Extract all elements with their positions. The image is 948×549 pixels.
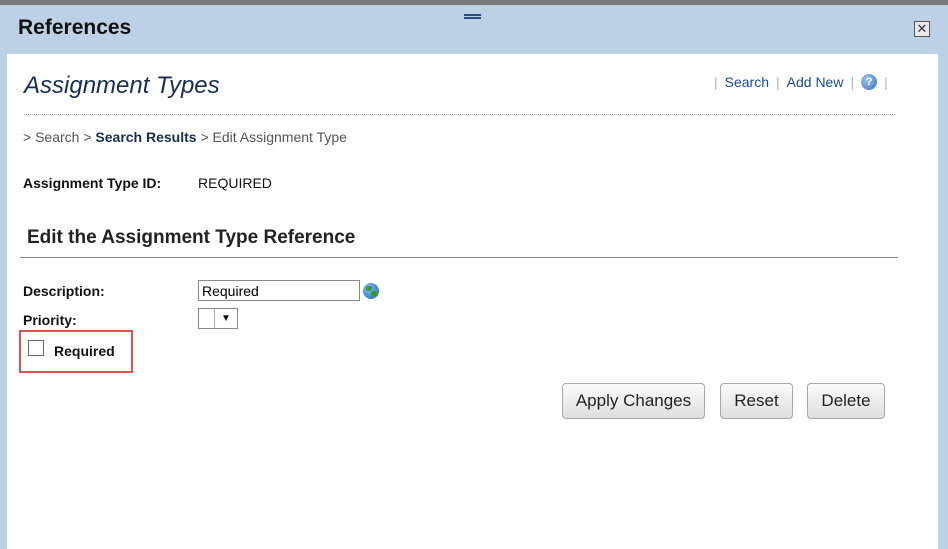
close-icon[interactable]: ✕ (914, 21, 930, 37)
breadcrumb-separator: > (23, 129, 36, 145)
link-separator: | (884, 74, 888, 90)
apply-changes-button[interactable]: Apply Changes (562, 383, 705, 419)
section-divider (20, 257, 898, 258)
description-label: Description: (23, 283, 105, 299)
help-icon[interactable]: ? (861, 74, 878, 90)
assignment-type-id-label: Assignment Type ID: (23, 175, 162, 191)
add-new-link[interactable]: Add New (787, 74, 844, 90)
breadcrumb-search[interactable]: Search (35, 129, 79, 145)
drag-handle-icon[interactable] (464, 14, 481, 21)
section-title: Edit the Assignment Type Reference (27, 227, 356, 248)
globe-icon[interactable] (363, 283, 379, 299)
link-separator: | (714, 74, 718, 90)
link-separator: | (850, 74, 855, 90)
link-separator: | (776, 74, 780, 90)
priority-select[interactable]: ▼ (198, 308, 238, 329)
chevron-down-icon[interactable]: ▼ (214, 309, 237, 328)
breadcrumb-separator: > (196, 129, 213, 145)
required-label: Required (54, 343, 115, 359)
reset-button[interactable]: Reset (720, 383, 793, 419)
breadcrumb: > Search > Search Results > Edit Assignm… (23, 129, 347, 145)
dialog-content: Assignment Types | Search | Add New | ? … (7, 54, 938, 549)
priority-label: Priority: (23, 312, 77, 328)
assignment-type-id-value: REQUIRED (198, 175, 272, 191)
page-title: Assignment Types (24, 72, 220, 99)
breadcrumb-separator: > (79, 129, 96, 145)
breadcrumb-search-results[interactable]: Search Results (95, 129, 196, 145)
breadcrumb-current: Edit Assignment Type (212, 129, 347, 145)
required-checkbox[interactable] (28, 340, 44, 356)
search-link[interactable]: Search (725, 74, 769, 90)
window-title: References (18, 16, 132, 39)
description-input[interactable] (198, 280, 360, 301)
header-divider (24, 114, 895, 115)
top-edge (0, 0, 948, 5)
delete-button[interactable]: Delete (807, 383, 885, 419)
header-links: | Search | Add New | ? | (707, 74, 895, 90)
